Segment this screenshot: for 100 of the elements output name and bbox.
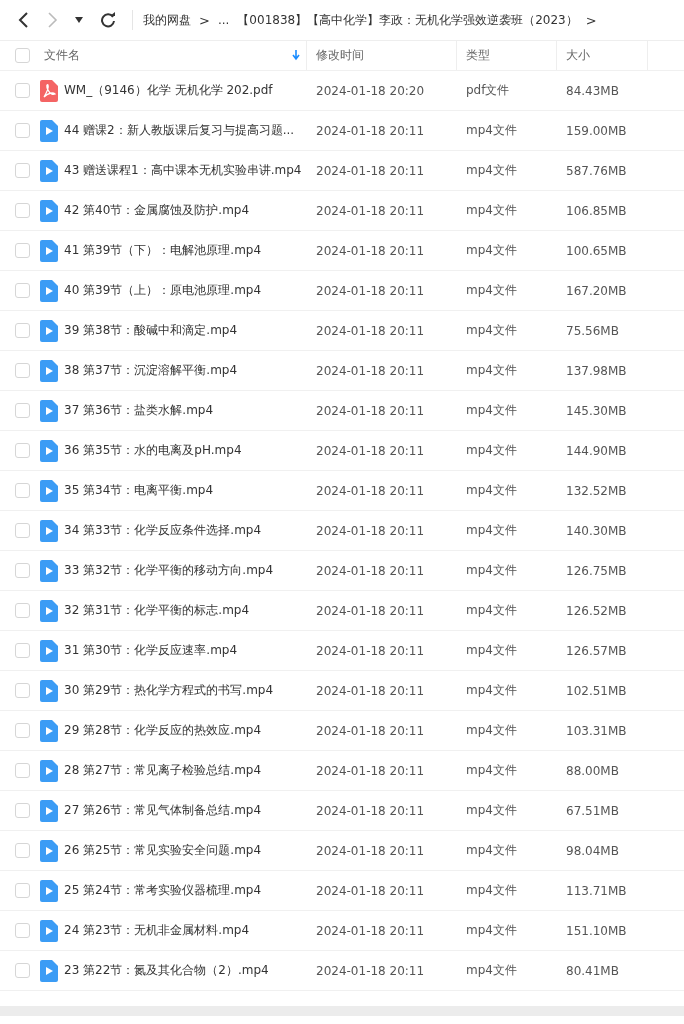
column-header[interactable]: 文件名 bbox=[44, 41, 307, 70]
back-icon[interactable] bbox=[18, 11, 30, 29]
file-size: 102.51MB bbox=[566, 683, 627, 698]
file-type: mp4文件 bbox=[466, 283, 517, 297]
file-size: 80.41MB bbox=[566, 963, 619, 978]
video-file-icon bbox=[40, 839, 58, 862]
row-checkbox[interactable] bbox=[14, 603, 30, 618]
modified-time: 2024-01-18 20:11 bbox=[316, 363, 425, 378]
file-name[interactable]: 35 第34节：电离平衡.mp4 bbox=[64, 482, 214, 499]
modified-time: 2024-01-18 20:11 bbox=[316, 963, 425, 978]
file-name[interactable]: 33 第32节：化学平衡的移动方向.mp4 bbox=[64, 562, 274, 579]
file-name[interactable]: 31 第30节：化学反应速率.mp4 bbox=[64, 642, 238, 659]
column-header-label: 文件名 bbox=[44, 47, 80, 64]
row-checkbox[interactable] bbox=[14, 483, 30, 498]
row-checkbox[interactable] bbox=[14, 523, 30, 538]
video-file-icon bbox=[40, 599, 58, 622]
file-size: 159.00MB bbox=[566, 123, 627, 138]
file-type: mp4文件 bbox=[466, 363, 517, 377]
row-checkbox[interactable] bbox=[14, 723, 30, 738]
row-checkbox[interactable] bbox=[14, 283, 30, 298]
file-name[interactable]: 27 第26节：常见气体制备总结.mp4 bbox=[64, 802, 262, 819]
breadcrumb-separator[interactable]: > bbox=[199, 12, 210, 28]
row-checkbox[interactable] bbox=[14, 163, 30, 178]
file-name[interactable]: 44 赠课2：新人教版课后复习与提高习题... bbox=[64, 122, 295, 139]
file-name[interactable]: 41 第39节（下）：电解池原理.mp4 bbox=[64, 242, 262, 259]
row-checkbox[interactable] bbox=[14, 803, 30, 818]
row-checkbox[interactable] bbox=[14, 843, 30, 858]
file-type: mp4文件 bbox=[466, 923, 517, 937]
file-type: mp4文件 bbox=[466, 403, 517, 417]
modified-time: 2024-01-18 20:11 bbox=[316, 203, 425, 218]
refresh-icon[interactable] bbox=[100, 12, 116, 28]
file-name[interactable]: 26 第25节：常见实验安全问题.mp4 bbox=[64, 842, 262, 859]
row-checkbox[interactable] bbox=[14, 883, 30, 898]
row-checkbox[interactable] bbox=[14, 203, 30, 218]
file-type: mp4文件 bbox=[466, 883, 517, 897]
file-size: 98.04MB bbox=[566, 843, 619, 858]
row-checkbox[interactable] bbox=[14, 643, 30, 658]
file-type: mp4文件 bbox=[466, 643, 517, 657]
video-file-icon bbox=[40, 359, 58, 382]
modified-time: 2024-01-18 20:11 bbox=[316, 403, 425, 418]
file-name[interactable]: 43 赠送课程1：高中课本无机实验串讲.mp4 bbox=[64, 162, 302, 179]
file-type: mp4文件 bbox=[466, 323, 517, 337]
file-size: 137.98MB bbox=[566, 363, 627, 378]
file-name[interactable]: 39 第38节：酸碱中和滴定.mp4 bbox=[64, 322, 238, 339]
file-name[interactable]: 40 第39节（上）：原电池原理.mp4 bbox=[64, 282, 262, 299]
row-checkbox[interactable] bbox=[14, 323, 30, 338]
file-size: 167.20MB bbox=[566, 283, 627, 298]
breadcrumb-separator[interactable]: > bbox=[585, 12, 597, 28]
modified-time: 2024-01-18 20:11 bbox=[316, 923, 425, 938]
pdf-file-icon bbox=[40, 79, 58, 102]
dropdown-icon[interactable] bbox=[74, 16, 84, 24]
row-checkbox[interactable] bbox=[14, 243, 30, 258]
modified-time: 2024-01-18 20:11 bbox=[316, 563, 425, 578]
video-file-icon bbox=[40, 399, 58, 422]
breadcrumb-item[interactable]: ... bbox=[217, 13, 230, 27]
file-name[interactable]: 36 第35节：水的电离及pH.mp4 bbox=[64, 442, 242, 459]
sort-arrow-icon[interactable] bbox=[292, 50, 300, 61]
file-name[interactable]: 42 第40节：金属腐蚀及防护.mp4 bbox=[64, 202, 250, 219]
column-header-label: 修改时间 bbox=[316, 47, 364, 64]
file-name[interactable]: 38 第37节：沉淀溶解平衡.mp4 bbox=[64, 362, 238, 379]
modified-time: 2024-01-18 20:11 bbox=[316, 163, 425, 178]
select-all-checkbox[interactable] bbox=[14, 48, 30, 63]
row-checkbox[interactable] bbox=[14, 963, 30, 978]
video-file-icon bbox=[40, 519, 58, 542]
file-name[interactable]: 28 第27节：常见离子检验总结.mp4 bbox=[64, 762, 262, 779]
video-file-icon bbox=[40, 239, 58, 262]
column-header[interactable]: 修改时间 bbox=[307, 41, 457, 70]
file-name[interactable]: WM_（9146）化学 无机化学 202.pdf bbox=[64, 82, 273, 99]
row-checkbox[interactable] bbox=[14, 923, 30, 938]
row-checkbox[interactable] bbox=[14, 123, 30, 138]
file-type: mp4文件 bbox=[466, 243, 517, 257]
file-size: 113.71MB bbox=[566, 883, 627, 898]
modified-time: 2024-01-18 20:11 bbox=[316, 723, 425, 738]
modified-time: 2024-01-18 20:11 bbox=[316, 643, 425, 658]
file-name[interactable]: 25 第24节：常考实验仪器梳理.mp4 bbox=[64, 882, 262, 899]
file-size: 151.10MB bbox=[566, 923, 627, 938]
modified-time: 2024-01-18 20:11 bbox=[316, 323, 425, 338]
file-name[interactable]: 29 第28节：化学反应的热效应.mp4 bbox=[64, 722, 262, 739]
modified-time: 2024-01-18 20:11 bbox=[316, 803, 425, 818]
row-checkbox[interactable] bbox=[14, 443, 30, 458]
file-name[interactable]: 23 第22节：氮及其化合物（2）.mp4 bbox=[64, 962, 269, 979]
column-header[interactable]: 类型 bbox=[457, 41, 557, 70]
file-name[interactable]: 34 第33节：化学反应条件选择.mp4 bbox=[64, 522, 262, 539]
file-name[interactable]: 24 第23节：无机非金属材料.mp4 bbox=[64, 922, 250, 939]
file-name[interactable]: 30 第29节：热化学方程式的书写.mp4 bbox=[64, 682, 274, 699]
file-size: 132.52MB bbox=[566, 483, 627, 498]
forward-icon[interactable] bbox=[46, 11, 58, 29]
breadcrumb-item[interactable]: 【001838】【高中化学】李政：无机化学强效逆袭班（2023） bbox=[237, 11, 578, 29]
row-checkbox[interactable] bbox=[14, 363, 30, 378]
row-checkbox[interactable] bbox=[14, 763, 30, 778]
file-name[interactable]: 37 第36节：盐类水解.mp4 bbox=[64, 402, 214, 419]
file-name[interactable]: 32 第31节：化学平衡的标志.mp4 bbox=[64, 602, 250, 619]
file-type: mp4文件 bbox=[466, 803, 517, 817]
row-checkbox[interactable] bbox=[14, 83, 30, 98]
row-checkbox[interactable] bbox=[14, 563, 30, 578]
row-checkbox[interactable] bbox=[14, 683, 30, 698]
row-checkbox[interactable] bbox=[14, 403, 30, 418]
column-header[interactable]: 大小 bbox=[557, 41, 648, 70]
file-size: 100.65MB bbox=[566, 243, 627, 258]
breadcrumb-item[interactable]: 我的网盘 bbox=[143, 11, 191, 29]
